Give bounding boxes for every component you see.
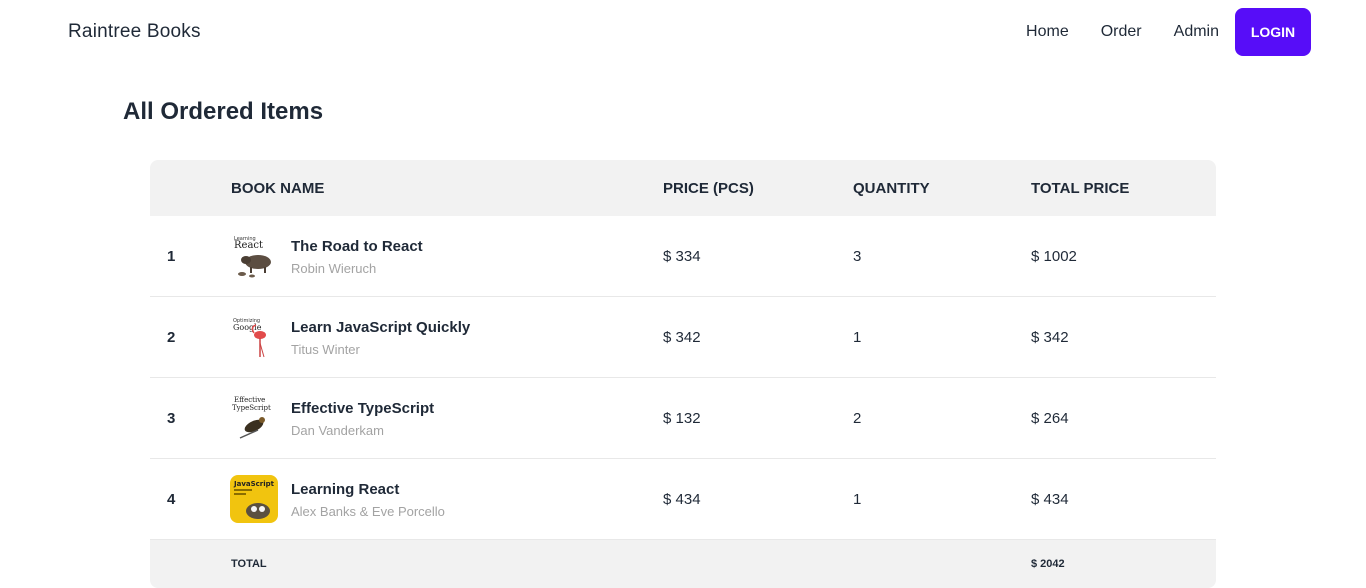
nav-link-admin[interactable]: Admin [1174, 8, 1219, 56]
book-title: The Road to React [291, 238, 423, 255]
book-total-price: $ 434 [1031, 491, 1069, 508]
login-button[interactable]: LOGIN [1235, 8, 1311, 56]
orders-table: BOOK NAME PRICE (PCS) QUANTITY TOTAL PRI… [150, 160, 1216, 588]
footer-total-value: $ 2042 [1031, 558, 1065, 570]
book-author: Robin Wieruch [291, 261, 377, 276]
book-author: Alex Banks & Eve Porcello [291, 504, 445, 519]
book-quantity: 1 [853, 491, 862, 508]
header-quantity: QUANTITY [853, 180, 930, 197]
cover-caption: TypeScript [232, 404, 271, 412]
table-row: 1 Learning React The Road to React Robin… [150, 216, 1216, 297]
book-total-price: $ 342 [1031, 329, 1069, 346]
header-price: PRICE (PCS) [663, 180, 754, 197]
book-price: $ 132 [663, 410, 701, 427]
book-quantity: 3 [853, 248, 862, 265]
row-index: 2 [167, 329, 176, 346]
book-total-price: $ 1002 [1031, 248, 1077, 265]
book-author: Dan Vanderkam [291, 423, 384, 438]
navbar: Raintree Books Home Order Admin LOGIN [0, 0, 1366, 64]
cover-caption: React [234, 240, 263, 251]
book-author: Titus Winter [291, 342, 360, 357]
book-quantity: 2 [853, 410, 862, 427]
book-title: Learn JavaScript Quickly [291, 319, 471, 336]
table-row: 3 Effective TypeScript Effective TypeScr… [150, 378, 1216, 459]
book-title: Effective TypeScript [291, 400, 435, 417]
row-index: 4 [167, 491, 176, 508]
book-cover-image: Effective TypeScript [230, 394, 278, 442]
nav-link-home[interactable]: Home [1026, 8, 1069, 56]
cover-caption: JavaScript [233, 480, 275, 488]
row-index: 1 [167, 248, 176, 265]
table-row: 4 JavaScript Learning React Alex Banks &… [150, 459, 1216, 540]
page-title: All Ordered Items [123, 98, 324, 125]
nav-links: Home Order Admin LOGIN [1026, 8, 1311, 56]
brand-logo[interactable]: Raintree Books [68, 21, 201, 43]
table-row: 2 Optimizing Google Learn JavaScript Qui… [150, 297, 1216, 378]
table-header: BOOK NAME PRICE (PCS) QUANTITY TOTAL PRI… [150, 160, 1216, 216]
book-price: $ 434 [663, 491, 701, 508]
row-index: 3 [167, 410, 176, 427]
book-cover-image: Learning React [230, 232, 278, 280]
table-footer: TOTAL $ 2042 [150, 540, 1216, 588]
nav-link-order[interactable]: Order [1101, 8, 1142, 56]
book-cover-image: Optimizing Google [230, 313, 278, 361]
book-cover-image: JavaScript [230, 475, 278, 523]
header-total-price: TOTAL PRICE [1031, 180, 1130, 197]
cover-caption: Google [233, 323, 262, 332]
book-price: $ 334 [663, 248, 701, 265]
book-price: $ 342 [663, 329, 701, 346]
book-title: Learning React [291, 481, 400, 498]
header-book-name: BOOK NAME [231, 180, 325, 197]
book-quantity: 1 [853, 329, 862, 346]
footer-total-label: TOTAL [231, 558, 267, 570]
cover-subcaption: Effective [234, 396, 265, 404]
book-total-price: $ 264 [1031, 410, 1069, 427]
